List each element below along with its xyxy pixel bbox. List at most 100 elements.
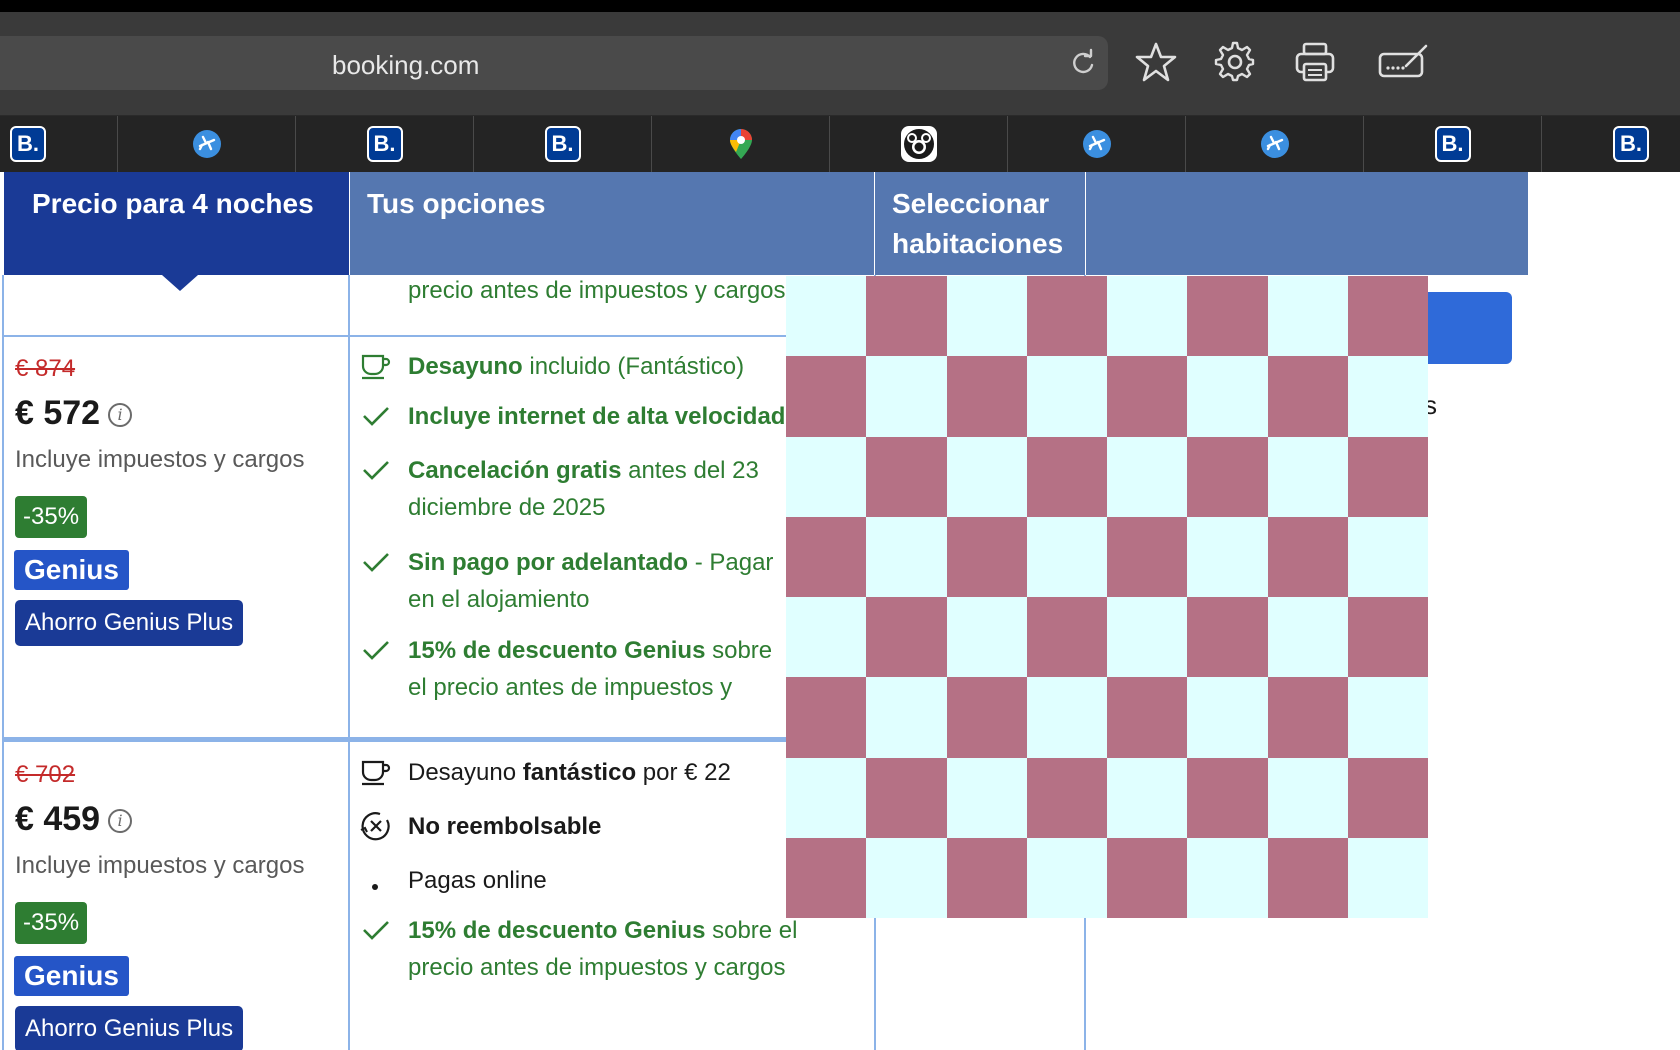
old-price: € 874 bbox=[15, 355, 76, 382]
favorites-bar: B. B. B. B. B. bbox=[0, 116, 1680, 172]
option-bold: Desayuno bbox=[408, 353, 523, 380]
booking-icon: B. bbox=[544, 126, 581, 162]
star-icon[interactable] bbox=[1134, 40, 1178, 84]
tab-flights-2[interactable] bbox=[1008, 116, 1186, 172]
price-value: € 459 bbox=[15, 800, 101, 838]
url-text: booking.com bbox=[332, 50, 480, 80]
option-bold: Cancelación gratis bbox=[408, 457, 622, 484]
checker-square bbox=[786, 276, 867, 357]
tab-flights-1[interactable] bbox=[118, 116, 296, 172]
discount-badge: -35% bbox=[15, 902, 88, 944]
option-free-cancellation: Cancelación gratis antes del 23 diciembr… bbox=[408, 452, 788, 526]
checker-square bbox=[1107, 276, 1188, 357]
booking-icon: B. bbox=[366, 126, 403, 162]
option-genius-discount: 15% de descuento Genius sobre el precio … bbox=[408, 912, 848, 986]
mickey-icon bbox=[900, 126, 937, 162]
coffee-cup-icon bbox=[361, 760, 391, 786]
option-bold: Sin pago por adelantado bbox=[408, 549, 689, 576]
checker-square bbox=[866, 356, 947, 437]
option-non-refundable: No reembolsable bbox=[408, 813, 602, 840]
tab-flights-3[interactable] bbox=[1186, 116, 1364, 172]
checker-square bbox=[1347, 757, 1428, 838]
checker-square bbox=[1267, 757, 1348, 838]
price-value: € 572 bbox=[15, 394, 101, 432]
header-price-label: Precio para 4 noches bbox=[32, 188, 314, 219]
checker-square bbox=[1187, 757, 1268, 838]
option-bold: 15% de descuento Genius bbox=[408, 637, 706, 664]
reload-icon[interactable] bbox=[1068, 48, 1098, 78]
option-genius-discount: 15% de descuento Genius sobre el precio … bbox=[408, 632, 788, 706]
tab-disney[interactable] bbox=[830, 116, 1008, 172]
checker-square bbox=[1187, 436, 1268, 517]
gear-icon[interactable] bbox=[1213, 40, 1257, 84]
checker-square bbox=[1347, 837, 1428, 918]
option-bold: 15% de descuento Genius bbox=[408, 917, 706, 944]
checker-square bbox=[1026, 597, 1107, 678]
header-options-label: Tus opciones bbox=[367, 188, 546, 219]
booking-icon: B. bbox=[10, 126, 46, 162]
check-icon bbox=[363, 921, 389, 940]
tab-booking-1[interactable]: B. bbox=[0, 116, 118, 172]
includes-taxes: Incluye impuestos y cargos bbox=[15, 852, 305, 879]
checker-square bbox=[1187, 516, 1268, 597]
checker-square bbox=[1267, 516, 1348, 597]
checker-square bbox=[1107, 356, 1188, 437]
signature-icon[interactable] bbox=[1378, 40, 1430, 84]
check-icon bbox=[363, 641, 389, 660]
checker-square bbox=[946, 837, 1027, 918]
printer-icon[interactable] bbox=[1293, 40, 1337, 84]
bullet-dot bbox=[372, 884, 378, 890]
checker-square bbox=[946, 516, 1027, 597]
check-icon bbox=[363, 553, 389, 572]
checker-square bbox=[1026, 677, 1107, 758]
option-text: incluido (Fantástico) bbox=[522, 353, 745, 380]
checker-square bbox=[1107, 516, 1188, 597]
checker-square bbox=[1347, 356, 1428, 437]
checker-square bbox=[946, 436, 1027, 517]
checker-square bbox=[946, 356, 1027, 437]
header-notch bbox=[162, 275, 198, 291]
checker-square bbox=[1026, 436, 1107, 517]
genius-plus-badge: Ahorro Genius Plus bbox=[15, 600, 244, 646]
checker-square bbox=[1107, 677, 1188, 758]
browser-toolbar: booking.com bbox=[0, 12, 1680, 116]
reserve-button[interactable] bbox=[1418, 292, 1512, 364]
info-icon[interactable]: i bbox=[108, 403, 133, 428]
tab-booking-2[interactable]: B. bbox=[296, 116, 474, 172]
checker-square bbox=[786, 516, 867, 597]
tab-maps[interactable] bbox=[652, 116, 830, 172]
checker-square bbox=[1187, 837, 1268, 918]
col-divider-1 bbox=[348, 275, 350, 1050]
checker-square bbox=[866, 677, 947, 758]
option-breakfast: Desayuno incluido (Fantástico) bbox=[408, 348, 788, 385]
checker-square bbox=[1267, 436, 1348, 517]
option-no-prepayment: Sin pago por adelantado - Pagar en el al… bbox=[408, 544, 788, 618]
plane-icon bbox=[1260, 130, 1289, 158]
booking-icon: B. bbox=[1434, 126, 1471, 162]
option-text: por € 22 bbox=[636, 759, 731, 786]
checker-square bbox=[786, 677, 867, 758]
tab-booking-4[interactable]: B. bbox=[1364, 116, 1542, 172]
checker-square bbox=[1026, 837, 1107, 918]
info-icon[interactable]: i bbox=[108, 809, 133, 834]
plane-icon bbox=[192, 130, 221, 158]
header-select-label: Seleccionar habitaciones bbox=[892, 188, 1064, 259]
checker-square bbox=[1187, 677, 1268, 758]
row-divider-1 bbox=[2, 335, 788, 337]
option-breakfast-paid: Desayuno fantástico por € 22 bbox=[408, 754, 848, 791]
checker-square bbox=[1107, 597, 1188, 678]
header-select-rooms: Seleccionar habitaciones bbox=[875, 172, 1085, 275]
current-price: € 572 i bbox=[15, 394, 133, 433]
old-price: € 702 bbox=[15, 761, 76, 788]
checker-square bbox=[1187, 597, 1268, 678]
checker-square bbox=[1267, 597, 1348, 678]
option-bold: Incluye internet de alta velocidad bbox=[408, 403, 786, 430]
tab-booking-5[interactable]: B. bbox=[1542, 116, 1680, 172]
coffee-cup-icon bbox=[361, 354, 391, 380]
checker-square bbox=[1347, 276, 1428, 357]
checker-square bbox=[866, 597, 947, 678]
address-bar[interactable]: booking.com bbox=[0, 36, 1108, 90]
checker-square bbox=[1187, 276, 1268, 357]
tab-booking-3[interactable]: B. bbox=[474, 116, 652, 172]
checker-square bbox=[866, 837, 947, 918]
